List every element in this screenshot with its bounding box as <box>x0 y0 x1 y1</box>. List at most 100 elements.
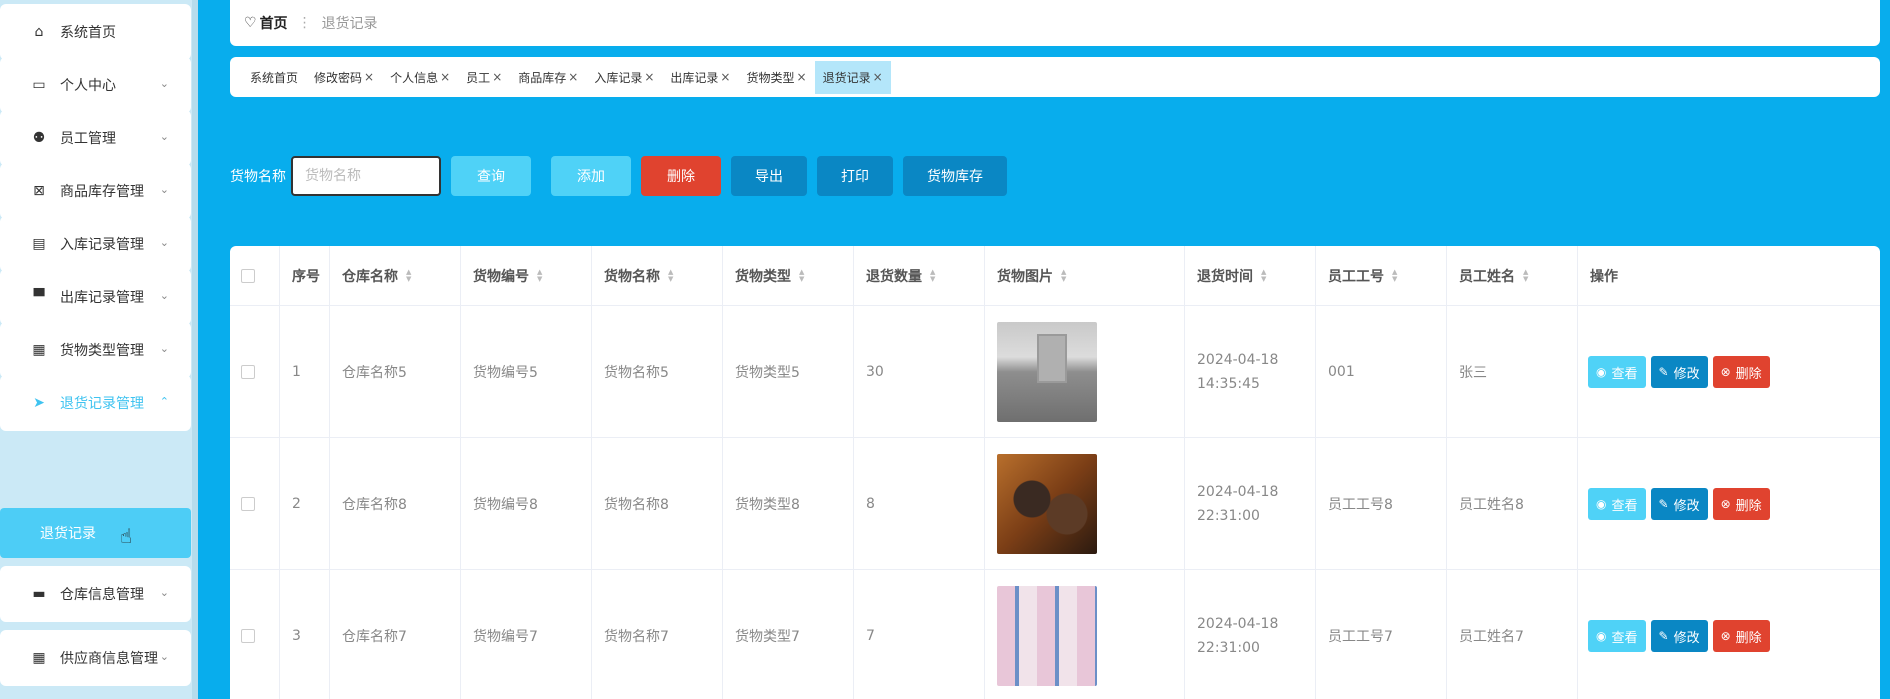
tab-stock[interactable]: 商品库存 × <box>510 61 586 94</box>
sort-icon[interactable]: ▲ ▼ <box>406 269 411 283</box>
close-icon[interactable]: × <box>568 70 578 84</box>
edit-button[interactable]: ✎ 修改 <box>1650 488 1708 520</box>
table-row: 1 仓库名称5 货物编号5 货物名称5 货物类型5 30 2024-04-18 … <box>230 306 1880 438</box>
pencil-icon: ✎ <box>1658 497 1669 511</box>
print-button[interactable]: 打印 <box>817 156 893 196</box>
sidebar-item-return[interactable]: ➤ 退货记录管理 ⌃ <box>0 375 191 431</box>
export-button[interactable]: 导出 <box>731 156 807 196</box>
sort-icon[interactable]: ▲ ▼ <box>1523 269 1528 283</box>
edit-button[interactable]: ✎ 修改 <box>1650 356 1708 388</box>
sidebar-item-inbound[interactable]: ▤ 入库记录管理 ⌄ <box>0 216 191 272</box>
tab-inbound[interactable]: 入库记录 × <box>586 61 662 94</box>
cell-emp-no: 001 <box>1316 306 1447 438</box>
cell-code: 货物编号8 <box>461 438 592 570</box>
table-row: 3 仓库名称7 货物编号7 货物名称7 货物类型7 7 2024-04-18 2… <box>230 570 1880 699</box>
header-image[interactable]: 货物图片 ▲ ▼ <box>985 246 1185 306</box>
tab-employee[interactable]: 员工 × <box>458 61 510 94</box>
sidebar-item-home[interactable]: ⌂ 系统首页 <box>0 4 191 60</box>
sidebar-item-outbound[interactable]: ▀ 出库记录管理 ⌄ <box>0 269 191 325</box>
close-icon[interactable]: × <box>720 70 730 84</box>
chevron-down-icon: ⌄ <box>159 342 169 355</box>
sidebar-item-warehouse[interactable]: ▬ 仓库信息管理 ⌄ <box>0 566 191 622</box>
cell-name: 货物名称7 <box>592 570 723 699</box>
sidebar-item-label: 系统首页 <box>60 25 116 41</box>
header-warehouse[interactable]: 仓库名称 ▲ ▼ <box>330 246 461 306</box>
home-icon: ⌂ <box>34 24 44 40</box>
sort-icon[interactable]: ▲ ▼ <box>668 269 673 283</box>
circle-x-icon: ⊗ <box>1720 629 1731 643</box>
breadcrumb-separator: ⋮ <box>297 15 312 31</box>
heart-icon: ♡ <box>244 15 257 31</box>
edit-button[interactable]: ✎ 修改 <box>1650 620 1708 652</box>
sort-icon[interactable]: ▲ ▼ <box>1061 269 1066 283</box>
sidebar-item-employee[interactable]: ⚉ 员工管理 ⌄ <box>0 110 191 166</box>
tab-goods-type[interactable]: 货物类型 × <box>738 61 814 94</box>
view-button[interactable]: ◉ 查看 <box>1588 620 1646 652</box>
cell-type: 货物类型5 <box>723 306 854 438</box>
breadcrumb-current: 退货记录 <box>321 16 378 32</box>
sidebar-item-goods-type[interactable]: ▦ 货物类型管理 ⌄ <box>0 322 191 378</box>
cell-index: 1 <box>280 306 330 438</box>
row-checkbox[interactable] <box>241 497 255 511</box>
sidebar-item-supplier[interactable]: ▦ 供应商信息管理 ⌄ <box>0 630 191 686</box>
header-type[interactable]: 货物类型 ▲ ▼ <box>723 246 854 306</box>
close-icon[interactable]: × <box>797 70 807 84</box>
tab-return-records[interactable]: 退货记录 × <box>814 60 891 94</box>
query-button[interactable]: 查询 <box>451 156 531 196</box>
header-index: 序号 <box>280 246 330 306</box>
close-icon[interactable]: × <box>873 70 883 84</box>
goods-stock-button[interactable]: 货物库存 <box>903 156 1007 196</box>
cell-name: 货物名称8 <box>592 438 723 570</box>
delete-button[interactable]: 删除 <box>641 156 721 196</box>
header-time[interactable]: 退货时间 ▲ ▼ <box>1185 246 1316 306</box>
delete-row-button[interactable]: ⊗ 删除 <box>1712 488 1770 520</box>
sort-icon[interactable]: ▲ ▼ <box>930 269 935 283</box>
close-icon[interactable]: × <box>492 70 502 84</box>
row-checkbox[interactable] <box>241 629 255 643</box>
header-emp-no[interactable]: 员工工号 ▲ ▼ <box>1316 246 1447 306</box>
cell-index: 2 <box>280 438 330 570</box>
goods-image[interactable] <box>997 322 1097 422</box>
sidebar-item-personal-center[interactable]: ▭ 个人中心 ⌄ <box>0 57 191 113</box>
delete-row-button[interactable]: ⊗ 删除 <box>1712 620 1770 652</box>
cell-emp-no: 员工工号7 <box>1316 570 1447 699</box>
sidebar-item-stock[interactable]: ⊠ 商品库存管理 ⌄ <box>0 163 191 219</box>
cell-warehouse: 仓库名称5 <box>330 306 461 438</box>
chevron-up-icon: ⌃ <box>159 395 169 408</box>
sidebar-item-label: 个人中心 <box>60 78 116 94</box>
sort-icon[interactable]: ▲ ▼ <box>1392 269 1397 283</box>
header-name[interactable]: 货物名称 ▲ ▼ <box>592 246 723 306</box>
view-button[interactable]: ◉ 查看 <box>1588 488 1646 520</box>
cell-code: 货物编号7 <box>461 570 592 699</box>
sidebar-item-label: 供应商信息管理 <box>60 651 158 667</box>
select-all-checkbox[interactable] <box>241 269 255 283</box>
sidebar-subitem-return-records[interactable]: 退货记录 <box>0 508 191 558</box>
close-icon[interactable]: × <box>364 70 374 84</box>
tab-outbound[interactable]: 出库记录 × <box>662 61 738 94</box>
delete-row-button[interactable]: ⊗ 删除 <box>1712 356 1770 388</box>
pointer-cursor-icon: ☝ <box>120 524 133 548</box>
chevron-down-icon: ⌄ <box>159 586 169 599</box>
add-button[interactable]: 添加 <box>551 156 631 196</box>
close-icon[interactable]: × <box>440 70 450 84</box>
goods-image[interactable] <box>997 454 1097 554</box>
tab-personal-info[interactable]: 个人信息 × <box>382 61 458 94</box>
close-icon[interactable]: × <box>644 70 654 84</box>
tab-bar: 系统首页 修改密码 × 个人信息 × 员工 × 商品库存 × 入库记录 × 出库记录 × 货… <box>230 57 1880 97</box>
view-button[interactable]: ◉ 查看 <box>1588 356 1646 388</box>
goods-image[interactable] <box>997 586 1097 686</box>
cell-name: 货物名称5 <box>592 306 723 438</box>
header-code[interactable]: 货物编号 ▲ ▼ <box>461 246 592 306</box>
sidebar-scroll-shade <box>192 0 198 699</box>
row-checkbox[interactable] <box>241 365 255 379</box>
sort-icon[interactable]: ▲ ▼ <box>537 269 542 283</box>
header-quantity[interactable]: 退货数量 ▲ ▼ <box>854 246 985 306</box>
breadcrumb-home[interactable]: ♡ 首页 <box>244 13 288 33</box>
search-input[interactable] <box>291 156 441 196</box>
sort-icon[interactable]: ▲ ▼ <box>1261 269 1266 283</box>
sort-icon[interactable]: ▲ ▼ <box>799 269 804 283</box>
tab-home[interactable]: 系统首页 <box>242 61 306 94</box>
tab-change-password[interactable]: 修改密码 × <box>306 61 382 94</box>
header-emp-name[interactable]: 员工姓名 ▲ ▼ <box>1447 246 1578 306</box>
pencil-icon: ✎ <box>1658 365 1669 379</box>
